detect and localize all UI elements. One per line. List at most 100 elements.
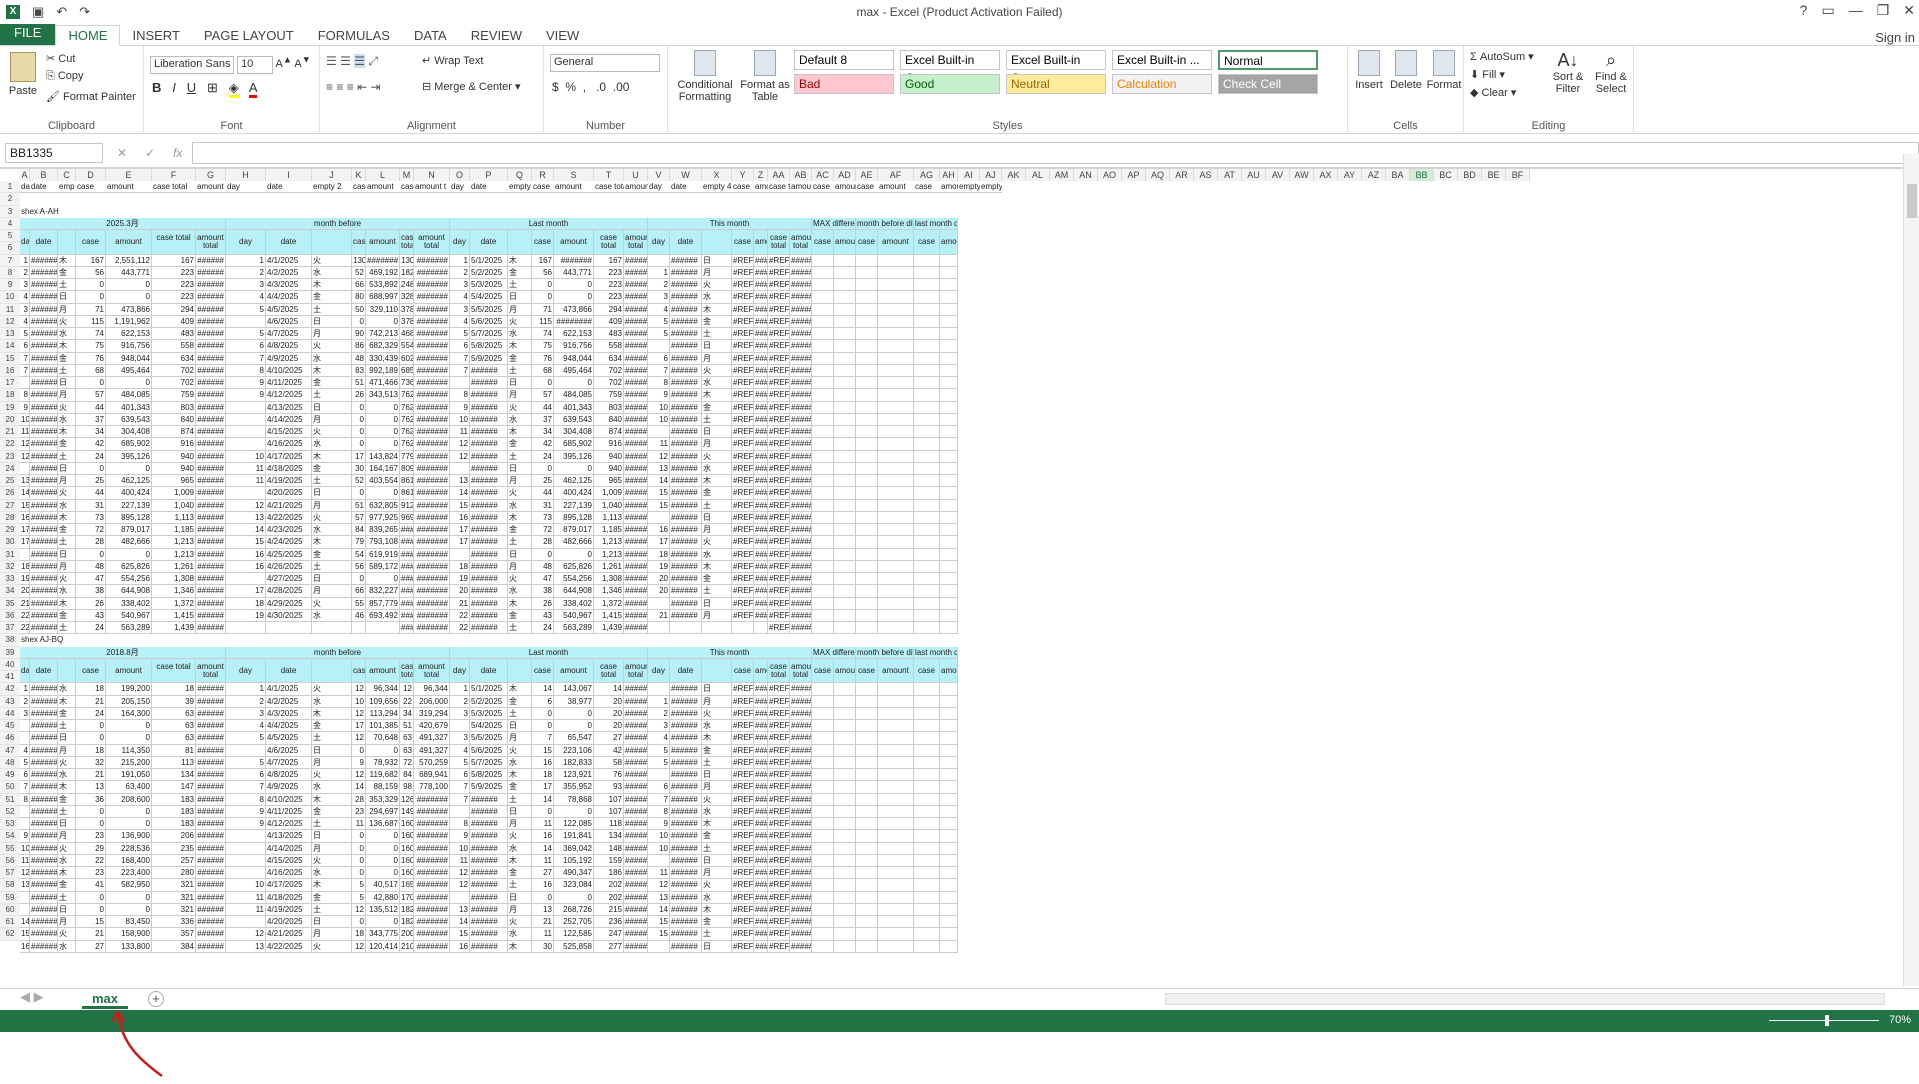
data-cell[interactable]: 343,513 [366,389,400,402]
empty-cell[interactable] [812,401,834,414]
data-cell[interactable]: ####### [30,781,58,794]
data-cell[interactable]: 火 [508,830,532,843]
data-cell[interactable]: 0 [76,462,106,475]
data-cell[interactable]: 水 [702,891,732,904]
data-cell[interactable]: ####### [414,340,450,353]
data-cell[interactable]: 338,402 [106,597,152,610]
data-cell[interactable]: 19 [226,609,266,622]
data-cell[interactable]: 11 [352,818,366,831]
data-cell[interactable]: 247 [594,928,624,941]
data-cell[interactable]: 19 [450,573,470,586]
empty-cell[interactable] [914,279,940,292]
data-cell[interactable]: ####### [414,928,450,941]
empty-cell[interactable] [834,781,856,794]
table-header[interactable]: date [266,230,312,255]
data-cell[interactable]: #REF! [732,487,754,500]
empty-cell[interactable] [940,438,958,451]
table-header[interactable]: date [470,230,508,255]
data-cell[interactable]: ###### [670,928,702,941]
data-cell[interactable]: 木 [508,511,532,524]
table-header[interactable]: amount [834,658,856,684]
data-cell[interactable]: ##### [790,475,812,488]
data-cell[interactable]: ###### [624,426,648,439]
data-cell[interactable]: 5/4/2025 [470,720,508,733]
data-cell[interactable]: 木 [508,340,532,353]
empty-cell[interactable] [878,352,914,365]
empty-cell[interactable] [834,364,856,377]
autosum-button[interactable]: Σ AutoSum ▾ [1470,50,1534,63]
data-cell[interactable]: 840 [152,413,196,426]
data-cell[interactable]: 土 [58,622,76,635]
align-left-icon[interactable]: ≡ [326,80,333,94]
data-cell[interactable]: 3 [226,279,266,292]
data-cell[interactable]: 4 [20,315,30,328]
this-month-title[interactable]: This month [648,646,812,659]
data-cell[interactable]: 1 [226,254,266,267]
data-cell[interactable]: 4/10/2025 [266,364,312,377]
data-cell[interactable]: 70,648 [366,732,400,745]
column-header-p[interactable]: P [470,169,508,181]
data-cell[interactable]: ###### [624,279,648,292]
table-header[interactable]: amount [366,658,400,684]
data-cell[interactable]: 月 [508,303,532,316]
data-cell[interactable]: 土 [312,303,352,316]
data-cell[interactable]: ###### [196,560,226,573]
data-cell[interactable] [648,940,670,953]
data-cell[interactable] [648,426,670,439]
data-cell[interactable]: 1,415 [152,609,196,622]
data-cell[interactable]: #### [754,389,768,402]
data-cell[interactable]: 1 [20,254,30,267]
data-cell[interactable]: 0 [532,377,554,390]
data-cell[interactable]: ###### [624,536,648,549]
data-cell[interactable]: ###### [624,720,648,733]
empty-cell[interactable] [914,695,940,708]
data-cell[interactable]: 24 [76,707,106,720]
data-cell[interactable]: 227,139 [106,499,152,512]
row-header[interactable]: 19 [0,402,20,414]
data-cell[interactable]: 403,554 [366,475,400,488]
data-cell[interactable]: ###### [624,352,648,365]
data-cell[interactable]: 1,308 [152,573,196,586]
data-cell[interactable]: ###### [196,805,226,818]
data-cell[interactable]: 水 [312,438,352,451]
data-cell[interactable]: 130 [352,254,366,267]
data-cell[interactable]: 0 [106,291,152,304]
data-cell[interactable]: 793,108 [366,536,400,549]
data-cell[interactable]: ###### [196,683,226,696]
data-cell[interactable]: ####### [30,291,58,304]
data-cell[interactable]: #REF! [732,511,754,524]
data-cell[interactable]: 0 [106,720,152,733]
data-cell[interactable]: 554 [400,340,414,353]
data-cell[interactable]: 563,289 [106,622,152,635]
data-cell[interactable]: 17 [450,536,470,549]
data-cell[interactable]: ###### [624,303,648,316]
data-cell[interactable] [226,413,266,426]
data-cell[interactable]: 223 [152,266,196,279]
data-cell[interactable] [20,805,30,818]
empty-cell[interactable] [812,279,834,292]
data-cell[interactable]: 0 [366,426,400,439]
data-cell[interactable]: 水 [508,756,532,769]
data-cell[interactable]: 土 [58,279,76,292]
data-cell[interactable]: 20 [648,573,670,586]
data-cell[interactable]: ###### [470,377,508,390]
data-cell[interactable]: ###### [196,744,226,757]
empty-cell[interactable] [914,254,940,267]
data-cell[interactable]: ###### [670,511,702,524]
data-cell[interactable]: 96,344 [414,683,450,696]
table-header[interactable]: amount total [196,658,226,684]
data-cell[interactable]: 9 [20,401,30,414]
data-cell[interactable]: 17 [648,536,670,549]
data-cell[interactable]: #REF! [768,732,790,745]
data-cell[interactable]: 634 [152,352,196,365]
data-cell[interactable] [226,315,266,328]
data-cell[interactable]: ###### [624,340,648,353]
data-cell[interactable]: 金 [312,291,352,304]
data-cell[interactable]: 52 [352,266,366,279]
data-cell[interactable]: ###### [196,597,226,610]
data-cell[interactable]: 29 [76,842,106,855]
data-cell[interactable]: 9 [648,389,670,402]
data-cell[interactable]: 月 [702,438,732,451]
empty-cell[interactable] [834,450,856,463]
data-cell[interactable]: 0 [106,903,152,916]
